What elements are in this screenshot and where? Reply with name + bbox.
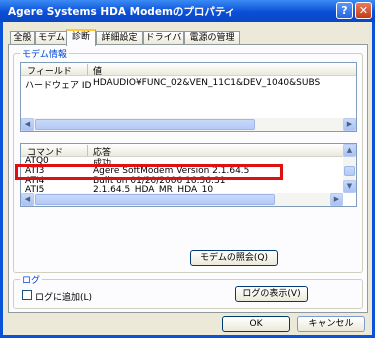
dialog-body: 全般 モデム 診断 詳細設定 ドライバ 電源の管理 モデム情報 フィールド 値 … <box>3 22 372 335</box>
cancel-button[interactable]: キャンセル <box>297 316 365 332</box>
diagnostics-panel: モデム情報 フィールド 値 ハードウェア ID HDAUDIO¥FUNC_02&… <box>8 44 368 313</box>
ok-button[interactable]: OK <box>222 316 290 332</box>
view-log-button[interactable]: ログの表示(V) <box>235 286 308 302</box>
tab-driver[interactable]: ドライバ <box>143 31 184 44</box>
window-title: Agere Systems HDA Modemのプロパティ <box>8 6 236 18</box>
highlight-box <box>15 164 283 180</box>
tab-modem[interactable]: モデム <box>35 31 68 44</box>
query-modem-button[interactable]: モデムの照会(Q) <box>190 250 278 266</box>
column-value[interactable]: 値 <box>93 64 102 77</box>
properties-window: Agere Systems HDA Modemのプロパティ ? ✕ 全般 モデム… <box>0 0 375 338</box>
modem-info-group: モデム情報 フィールド 値 ハードウェア ID HDAUDIO¥FUNC_02&… <box>13 47 363 273</box>
scroll-thumb[interactable] <box>35 119 255 130</box>
hardware-id-field: ハードウェア ID <box>25 81 92 91</box>
column-field[interactable]: フィールド <box>27 64 72 77</box>
modem-info-header: フィールド 値 <box>21 63 356 77</box>
modem-info-label: モデム情報 <box>20 47 69 60</box>
scroll-down-icon[interactable]: ▼ <box>343 180 356 193</box>
append-log-label[interactable]: ログに追加(L) <box>35 290 92 303</box>
scroll-thumb[interactable] <box>35 194 275 205</box>
title-bar[interactable]: Agere Systems HDA Modemのプロパティ ? ✕ <box>0 0 375 22</box>
tab-diagnostics[interactable]: 診断 <box>66 29 96 46</box>
modem-info-list[interactable]: フィールド 値 ハードウェア ID HDAUDIO¥FUNC_02&VEN_11… <box>20 62 357 132</box>
tab-general[interactable]: 全般 <box>10 31 35 44</box>
modem-info-hscroll[interactable]: ◀ ▶ <box>21 118 356 131</box>
append-log-checkbox[interactable] <box>22 290 32 300</box>
scroll-right-icon[interactable]: ▶ <box>330 193 343 206</box>
scroll-left-icon[interactable]: ◀ <box>21 118 34 131</box>
hardware-id-value: HDAUDIO¥FUNC_02&VEN_11C1&DEV_1040&SUBS <box>93 78 321 88</box>
command-vscroll[interactable]: ▲ ▼ <box>343 144 356 193</box>
log-group: ログ ログに追加(L) ログの表示(V) <box>13 273 363 309</box>
tab-advanced[interactable]: 詳細設定 <box>96 31 143 44</box>
help-button[interactable]: ? <box>336 2 353 19</box>
log-label: ログ <box>20 273 43 286</box>
scroll-up-icon[interactable]: ▲ <box>343 144 356 157</box>
tab-strip: 全般 モデム 診断 詳細設定 ドライバ 電源の管理 <box>8 29 368 46</box>
scroll-left-icon[interactable]: ◀ <box>21 193 34 206</box>
scroll-right-icon[interactable]: ▶ <box>343 118 356 131</box>
close-button[interactable]: ✕ <box>355 2 372 19</box>
command-list-header: コマンド 応答 <box>21 144 345 158</box>
tab-power[interactable]: 電源の管理 <box>184 31 240 44</box>
scroll-thumb[interactable] <box>344 166 355 176</box>
command-hscroll[interactable]: ◀ ▶ <box>21 193 343 206</box>
